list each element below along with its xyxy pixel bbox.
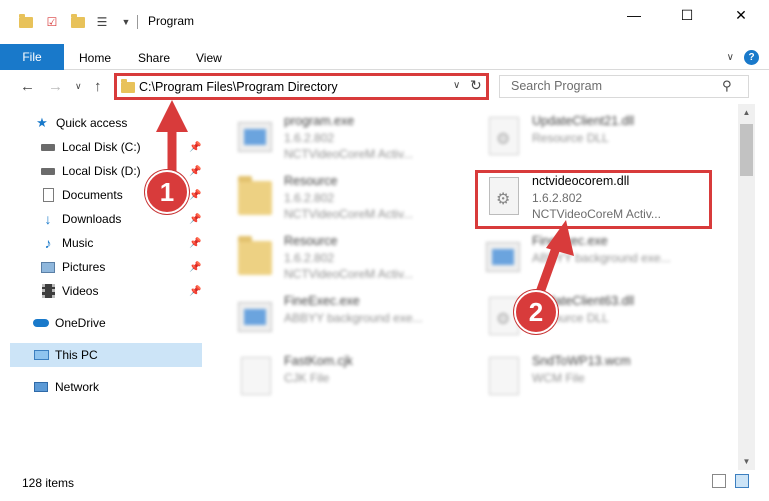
- arrow-2: [533, 220, 574, 303]
- callout-1: 1: [145, 170, 189, 214]
- arrow-1: [156, 100, 188, 185]
- annotation-arrows: [156, 100, 574, 303]
- callout-2: 2: [514, 290, 558, 334]
